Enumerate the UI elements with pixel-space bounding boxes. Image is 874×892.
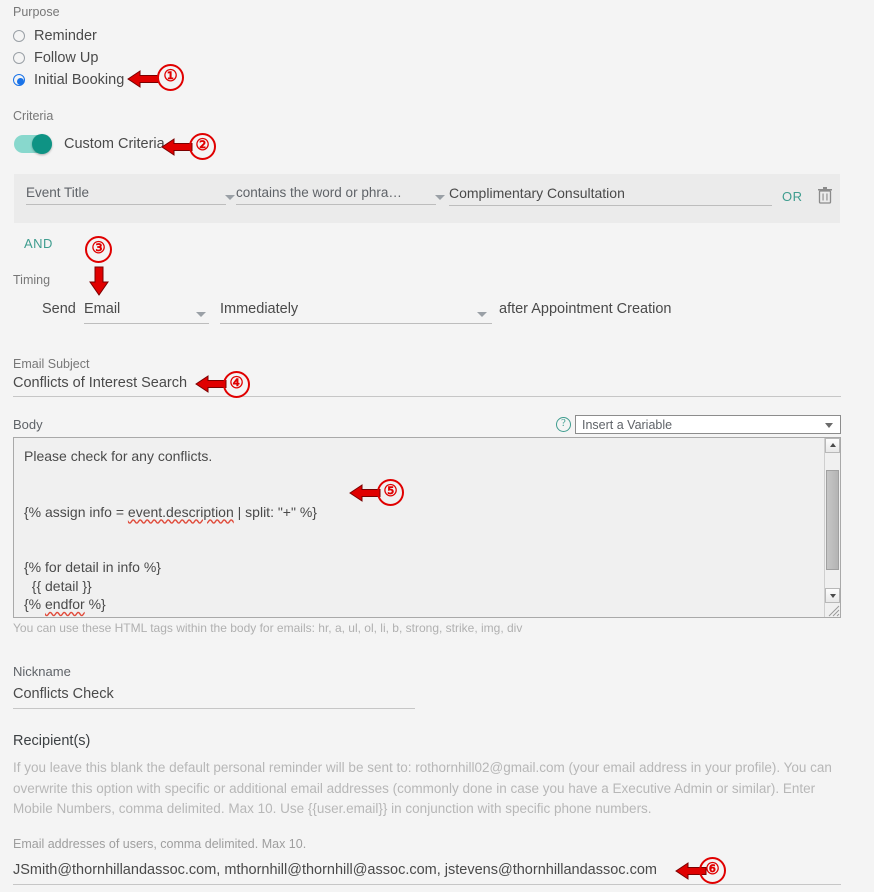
- custom-criteria-toggle[interactable]: Custom Criteria: [14, 134, 165, 154]
- body-line-for: {% for detail in info %}: [24, 559, 161, 575]
- send-channel-select[interactable]: Email: [84, 301, 209, 324]
- body-line-endfor: {% endfor %}: [24, 596, 106, 612]
- recipients-header: Recipient(s): [13, 733, 91, 749]
- criteria-operator-select[interactable]: contains the word or phra…: [236, 185, 436, 205]
- annotation-arrow-3: [89, 266, 109, 296]
- assign-variable: event.description: [127, 503, 234, 520]
- radio-option-reminder[interactable]: Reminder: [13, 26, 124, 46]
- body-line-1: Please check for any conflicts.: [24, 448, 213, 464]
- body-line-detail: {{ detail }}: [24, 577, 92, 594]
- scroll-down-arrow-icon[interactable]: [825, 588, 840, 603]
- annotation-arrow-1: [127, 70, 159, 88]
- purpose-section: Purpose Reminder Follow Up Initial Booki…: [13, 5, 124, 92]
- body-scrollbar[interactable]: [824, 438, 840, 617]
- radio-label-follow-up: Follow Up: [34, 50, 99, 66]
- radio-label-reminder: Reminder: [34, 28, 97, 44]
- send-label: Send: [42, 301, 76, 317]
- recipients-description: If you leave this blank the default pers…: [13, 760, 832, 816]
- criteria-field-select[interactable]: Event Title: [26, 185, 226, 205]
- html-tags-hint: You can use these HTML tags within the b…: [13, 621, 523, 635]
- or-operator-button[interactable]: OR: [782, 189, 803, 204]
- assign-prefix: {% assign info =: [24, 503, 128, 520]
- annotation-marker-2: ②: [189, 133, 216, 160]
- radio-icon-reminder[interactable]: [13, 30, 25, 42]
- trash-icon[interactable]: [818, 187, 832, 209]
- nickname-input[interactable]: Conflicts Check: [13, 686, 415, 709]
- endfor-variable: endfor: [45, 596, 85, 612]
- criteria-value-input[interactable]: Complimentary Consultation: [449, 185, 772, 206]
- recipients-sub-label: Email addresses of users, comma delimite…: [13, 837, 307, 851]
- toggle-switch-icon[interactable]: [14, 134, 52, 154]
- annotation-marker-1: ①: [157, 64, 184, 91]
- chevron-down-icon-timing[interactable]: [477, 312, 487, 317]
- radio-icon-follow-up[interactable]: [13, 52, 25, 64]
- chevron-down-icon-channel[interactable]: [196, 312, 206, 317]
- radio-label-initial-booking: Initial Booking: [34, 72, 125, 88]
- annotation-marker-3: ③: [85, 236, 112, 263]
- annotation-marker-4: ④: [223, 371, 250, 398]
- assign-suffix: | split: "+" %}: [233, 503, 317, 520]
- scroll-up-arrow-icon[interactable]: [825, 438, 840, 453]
- criteria-row: Event Title contains the word or phra… C…: [14, 174, 840, 223]
- email-subject-input[interactable]: Conflicts of Interest Search: [13, 375, 841, 397]
- timing-suffix-label: after Appointment Creation: [499, 301, 672, 317]
- annotation-marker-5: ⑤: [377, 479, 404, 506]
- help-circle-icon[interactable]: ?: [556, 417, 571, 432]
- email-subject-header: Email Subject: [13, 357, 90, 371]
- radio-option-follow-up[interactable]: Follow Up: [13, 48, 124, 68]
- textarea-resize-grip[interactable]: [826, 603, 840, 617]
- nickname-header: Nickname: [13, 664, 71, 679]
- purpose-header: Purpose: [13, 5, 60, 19]
- chevron-down-icon-operator[interactable]: [435, 195, 445, 200]
- custom-criteria-label: Custom Criteria: [64, 136, 165, 152]
- toggle-knob: [32, 134, 52, 154]
- radio-option-initial-booking[interactable]: Initial Booking: [13, 70, 124, 90]
- body-textarea[interactable]: Please check for any conflicts. {% assig…: [13, 437, 841, 618]
- criteria-header: Criteria: [13, 109, 54, 123]
- body-header: Body: [13, 417, 43, 432]
- reminder-settings-page: Purpose Reminder Follow Up Initial Booki…: [0, 0, 874, 892]
- and-operator-button[interactable]: AND: [24, 236, 53, 251]
- endfor-suffix: %}: [84, 596, 106, 612]
- timing-header: Timing: [13, 273, 51, 287]
- endfor-prefix: {%: [24, 596, 46, 612]
- insert-variable-label: Insert a Variable: [582, 418, 673, 432]
- insert-variable-select[interactable]: Insert a Variable: [575, 415, 841, 434]
- scrollbar-thumb[interactable]: [826, 470, 839, 570]
- chevron-down-icon-variable: [825, 423, 833, 428]
- radio-icon-initial-booking[interactable]: [13, 74, 25, 86]
- body-text-content: Please check for any conflicts. {% assig…: [24, 447, 814, 614]
- send-timing-select[interactable]: Immediately: [220, 301, 492, 324]
- annotation-marker-6: ⑥: [699, 857, 726, 884]
- chevron-down-icon-field[interactable]: [225, 195, 235, 200]
- body-line-assign: {% assign info = event.description | spl…: [24, 504, 317, 520]
